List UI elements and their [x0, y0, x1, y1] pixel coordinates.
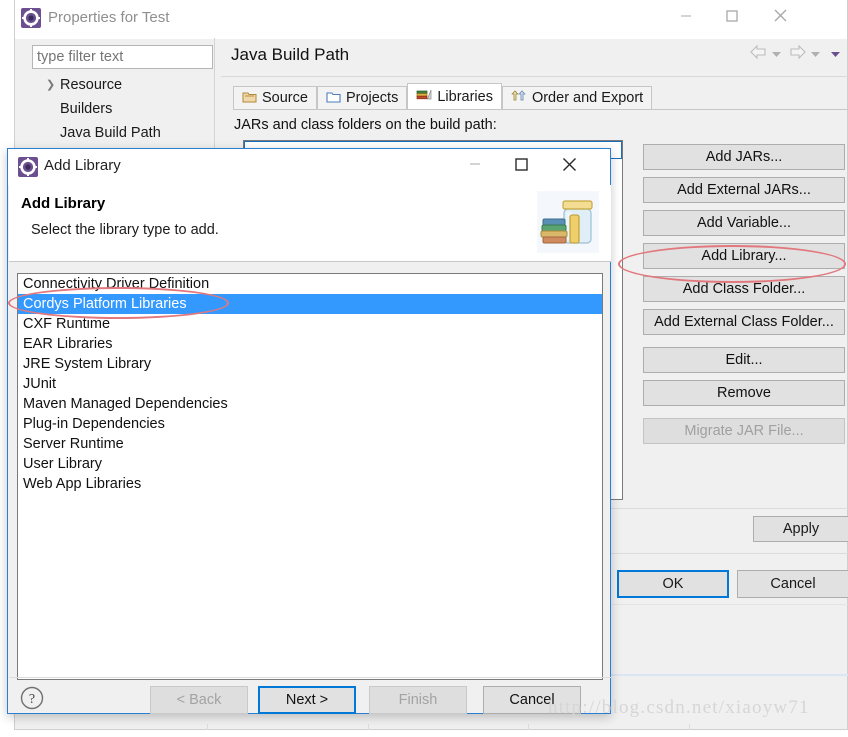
list-item[interactable]: EAR Libraries: [18, 334, 602, 354]
tree-item-label: Java Build Path: [60, 125, 161, 141]
close-button[interactable]: [757, 0, 803, 31]
projects-folder-icon: [326, 90, 341, 107]
add-class-folder-button[interactable]: Add Class Folder...: [643, 276, 845, 302]
list-item[interactable]: User Library: [18, 454, 602, 474]
source-folder-icon: [242, 90, 257, 107]
build-path-actions: Add JARs... Add External JARs... Add Var…: [643, 144, 845, 451]
maximize-button[interactable]: [498, 149, 544, 179]
library-type-list[interactable]: Connectivity Driver Definition Cordys Pl…: [17, 273, 603, 680]
tab-bar: Source Projects Libraries Order and Expo…: [233, 83, 653, 109]
next-button[interactable]: Next >: [258, 686, 356, 714]
jar-with-books-icon: [537, 191, 599, 253]
dialog-header-title: Add Library: [21, 195, 106, 212]
tree-item-label: Resource: [60, 77, 123, 93]
properties-titlebar: Properties for Test: [15, 0, 847, 39]
page-title-rule: [221, 76, 848, 77]
tab-label: Libraries: [437, 88, 493, 105]
dialog-header-subtitle: Select the library type to add.: [31, 222, 219, 238]
tree-item-resource[interactable]: ❯ Resource: [32, 73, 213, 97]
list-item[interactable]: Server Runtime: [18, 434, 602, 454]
back-dropdown-icon[interactable]: [771, 46, 782, 62]
finish-button: Finish: [369, 686, 467, 714]
question-mark-icon[interactable]: ?: [20, 686, 44, 710]
tab-label: Source: [262, 90, 308, 106]
tree-item-label: Builders: [60, 101, 113, 117]
add-external-jars-button[interactable]: Add External JARs...: [643, 177, 845, 203]
dialog-footer-separator: [9, 677, 611, 678]
list-item-selected[interactable]: Cordys Platform Libraries: [18, 294, 602, 314]
footer-cell: [688, 724, 848, 730]
tab-label: Order and Export: [531, 90, 644, 106]
back-button: < Back: [150, 686, 248, 714]
svg-text:?: ?: [29, 692, 35, 707]
footer-cell: [528, 724, 689, 730]
dialog-title: Add Library: [44, 157, 121, 174]
add-variable-button[interactable]: Add Variable...: [643, 210, 845, 236]
tab-underline: [233, 109, 848, 110]
add-library-dialog: Add Library Add Library Select the libra…: [7, 148, 611, 714]
settings-tree: ❯ Resource Builders Java Build Path: [32, 73, 213, 145]
list-item[interactable]: JRE System Library: [18, 354, 602, 374]
page-title: Java Build Path: [231, 45, 350, 64]
migrate-jar-file-button: Migrate JAR File...: [643, 418, 845, 444]
jars-section-label: JARs and class folders on the build path…: [234, 117, 497, 133]
list-item[interactable]: Connectivity Driver Definition: [18, 274, 602, 294]
gear-icon: [18, 157, 38, 177]
tab-source[interactable]: Source: [233, 86, 317, 109]
maximize-button[interactable]: [709, 0, 755, 31]
list-item[interactable]: JUnit: [18, 374, 602, 394]
filter-input[interactable]: [32, 45, 213, 69]
close-button[interactable]: [546, 149, 592, 179]
order-export-icon: [511, 89, 527, 107]
remove-button[interactable]: Remove: [643, 380, 845, 406]
footer-cell: [207, 724, 368, 730]
footer-cell: [367, 724, 529, 730]
tree-item-java-build-path[interactable]: Java Build Path: [32, 121, 213, 145]
minimize-button[interactable]: [452, 149, 498, 179]
apply-button[interactable]: Apply: [753, 516, 848, 542]
forward-dropdown-icon[interactable]: [810, 46, 821, 62]
ok-button[interactable]: OK: [617, 570, 729, 598]
footer-cells: [207, 724, 848, 730]
list-item[interactable]: Web App Libraries: [18, 474, 602, 494]
tab-libraries[interactable]: Libraries: [407, 83, 502, 109]
forward-arrow-icon[interactable]: [789, 44, 806, 63]
cancel-button[interactable]: Cancel: [737, 570, 848, 598]
tree-item-builders[interactable]: Builders: [32, 97, 213, 121]
add-external-class-folder-button[interactable]: Add External Class Folder...: [643, 309, 845, 335]
tab-label: Projects: [345, 90, 399, 106]
add-library-titlebar: Add Library: [8, 149, 610, 185]
tab-projects[interactable]: Projects: [316, 86, 408, 109]
minimize-button[interactable]: [663, 0, 709, 31]
add-library-header: Add Library Select the library type to a…: [9, 185, 611, 262]
libraries-books-icon: [416, 88, 432, 105]
back-arrow-icon[interactable]: [750, 44, 767, 63]
tab-order-and-export[interactable]: Order and Export: [501, 86, 653, 109]
chevron-right-icon: ❯: [46, 79, 56, 91]
add-library-button[interactable]: Add Library...: [643, 243, 845, 269]
view-menu-icon[interactable]: [830, 46, 841, 62]
gear-icon: [21, 8, 41, 28]
navigation-arrows: [750, 44, 841, 63]
list-item[interactable]: Maven Managed Dependencies: [18, 394, 602, 414]
list-item[interactable]: CXF Runtime: [18, 314, 602, 334]
list-item[interactable]: Plug-in Dependencies: [18, 414, 602, 434]
watermark-text: http://blog.csdn.net/xiaoyw71: [548, 697, 810, 718]
edit-button[interactable]: Edit...: [643, 347, 845, 373]
add-jars-button[interactable]: Add JARs...: [643, 144, 845, 170]
window-title: Properties for Test: [48, 9, 170, 26]
